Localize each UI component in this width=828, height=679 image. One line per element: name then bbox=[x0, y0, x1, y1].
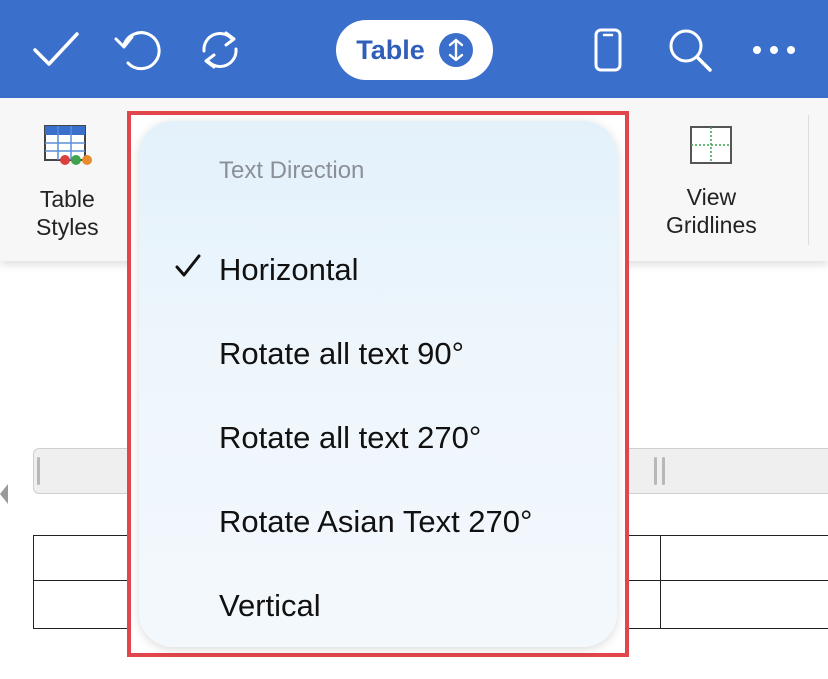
checkmark-icon[interactable] bbox=[30, 24, 82, 76]
mode-label: Table bbox=[356, 34, 425, 65]
menu-item-label: Rotate all text 270° bbox=[219, 420, 482, 455]
menu-item-label: Vertical bbox=[219, 588, 321, 623]
menu-item-horizontal[interactable]: Horizontal bbox=[139, 239, 617, 299]
margin-marker bbox=[0, 484, 8, 504]
mode-switch-icon bbox=[438, 33, 473, 67]
mode-switcher-button[interactable]: Table bbox=[336, 20, 493, 80]
search-icon[interactable] bbox=[664, 24, 716, 76]
table-styles-icon bbox=[41, 124, 93, 173]
menu-item-label: Rotate all text 90° bbox=[219, 336, 465, 371]
more-icon[interactable] bbox=[748, 24, 800, 76]
phone-view-icon[interactable] bbox=[582, 24, 634, 76]
redo-icon[interactable] bbox=[194, 24, 246, 76]
table-styles-button[interactable]: Table Styles bbox=[36, 124, 99, 241]
menu-item-rotate-270[interactable]: Rotate all text 270° bbox=[139, 407, 617, 467]
ruler-handle[interactable] bbox=[662, 457, 665, 485]
menu-item-label: Horizontal bbox=[219, 252, 359, 287]
ruler-handle[interactable] bbox=[654, 457, 657, 485]
view-gridlines-label: View Gridlines bbox=[666, 184, 757, 238]
menu-header: Text Direction bbox=[219, 157, 365, 184]
checkmark-icon bbox=[173, 251, 203, 286]
menu-item-rotate-90[interactable]: Rotate all text 90° bbox=[139, 323, 617, 383]
menu-item-rotate-asian-270[interactable]: Rotate Asian Text 270° bbox=[139, 491, 617, 551]
text-direction-menu: Text Direction Horizontal Rotate all tex… bbox=[139, 121, 617, 647]
view-gridlines-button[interactable]: View Gridlines bbox=[666, 124, 757, 239]
menu-item-label: Rotate Asian Text 270° bbox=[219, 504, 533, 539]
gridlines-icon bbox=[688, 124, 734, 171]
ribbon-divider bbox=[808, 115, 809, 245]
ruler-handle[interactable] bbox=[37, 457, 40, 485]
top-toolbar: Table bbox=[0, 0, 828, 98]
undo-icon[interactable] bbox=[112, 24, 164, 76]
menu-item-vertical[interactable]: Vertical bbox=[139, 575, 617, 635]
table-styles-label: Table Styles bbox=[36, 186, 99, 240]
text-direction-popup-highlight: Text Direction Horizontal Rotate all tex… bbox=[127, 111, 629, 657]
